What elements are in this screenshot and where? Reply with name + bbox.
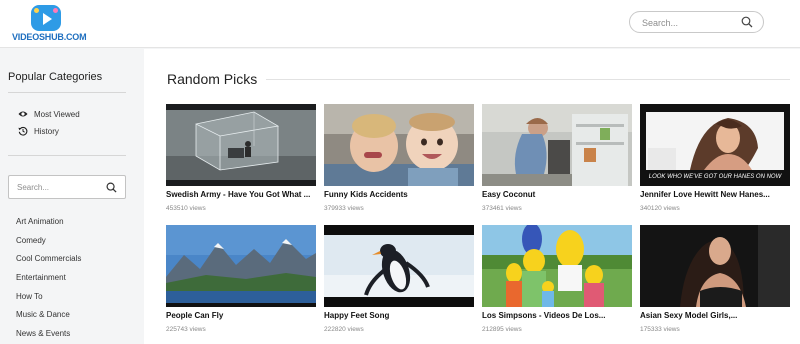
view-count: 212895 views: [482, 326, 522, 333]
header-search: [629, 11, 764, 33]
thumbnail-caption: LOOK WHO WE'VE GOT OUR HANES ON NOW: [649, 174, 783, 180]
video-card[interactable]: LOOK WHO WE'VE GOT OUR HANES ON NOW Jenn…: [640, 104, 790, 219]
video-thumbnail[interactable]: [324, 104, 474, 186]
video-thumbnail[interactable]: [324, 225, 474, 307]
sidebar-search-input[interactable]: [17, 181, 97, 194]
main-content: Random Picks Swedish Army - Have You Got…: [144, 49, 800, 344]
sidebar-link-label: History: [34, 126, 59, 136]
category-item[interactable]: Cool Commercials: [16, 254, 81, 273]
sidebar-link-label: Most Viewed: [34, 109, 80, 119]
video-thumbnail[interactable]: [166, 225, 316, 307]
video-title[interactable]: Swedish Army - Have You Got What ...: [166, 190, 316, 199]
sidebar-link-history[interactable]: History: [18, 124, 59, 138]
category-item[interactable]: News & Events: [16, 329, 81, 344]
title-divider: [266, 79, 790, 80]
video-title[interactable]: People Can Fly: [166, 311, 316, 320]
view-count: 175333 views: [640, 326, 680, 333]
category-item[interactable]: Music & Dance: [16, 310, 81, 329]
view-count: 222820 views: [324, 326, 364, 333]
video-title[interactable]: Jennifer Love Hewitt New Hanes...: [640, 190, 790, 199]
video-title[interactable]: Easy Coconut: [482, 190, 632, 199]
header-search-input[interactable]: [642, 15, 738, 30]
logo-text: VIDEOSHUB.COM: [12, 32, 87, 42]
video-title[interactable]: Los Simpsons - Videos De Los...: [482, 311, 632, 320]
site-logo[interactable]: VIDEOSHUB.COM: [12, 5, 87, 45]
sidebar-search: [8, 175, 126, 199]
video-thumbnail[interactable]: [166, 104, 316, 186]
video-thumbnail[interactable]: [482, 104, 632, 186]
search-icon[interactable]: [106, 182, 117, 193]
sidebar: Popular Categories Most Viewed History A…: [0, 49, 142, 344]
sidebar-divider: [8, 155, 126, 156]
view-count: 373461 views: [482, 205, 522, 212]
category-list: Art Animation Comedy Cool Commercials En…: [16, 217, 81, 344]
video-card[interactable]: Asian Sexy Model Girls,... 175333 views: [640, 225, 790, 340]
category-item[interactable]: How To: [16, 292, 81, 311]
eye-icon: [18, 111, 28, 117]
video-card[interactable]: Swedish Army - Have You Got What ... 453…: [166, 104, 316, 219]
video-thumbnail[interactable]: [640, 225, 790, 307]
history-icon: [18, 126, 28, 136]
view-count: 453510 views: [166, 205, 206, 212]
category-item[interactable]: Comedy: [16, 236, 81, 255]
video-thumbnail[interactable]: [482, 225, 632, 307]
category-item[interactable]: Art Animation: [16, 217, 81, 236]
sidebar-heading: Popular Categories: [8, 71, 103, 83]
video-card[interactable]: Funny Kids Accidents 379933 views: [324, 104, 474, 219]
search-icon[interactable]: [741, 16, 753, 28]
view-count: 340120 views: [640, 205, 680, 212]
video-card[interactable]: Los Simpsons - Videos De Los... 212895 v…: [482, 225, 632, 340]
video-title[interactable]: Asian Sexy Model Girls,...: [640, 311, 790, 320]
category-item[interactable]: Entertainment: [16, 273, 81, 292]
view-count: 379933 views: [324, 205, 364, 212]
top-header: VIDEOSHUB.COM: [0, 0, 800, 48]
video-card[interactable]: Happy Feet Song 222820 views: [324, 225, 474, 340]
video-card[interactable]: Easy Coconut 373461 views: [482, 104, 632, 219]
sidebar-link-most-viewed[interactable]: Most Viewed: [18, 107, 80, 121]
sidebar-divider: [8, 92, 126, 93]
video-thumbnail[interactable]: LOOK WHO WE'VE GOT OUR HANES ON NOW: [640, 104, 790, 186]
video-title[interactable]: Happy Feet Song: [324, 311, 474, 320]
video-title[interactable]: Funny Kids Accidents: [324, 190, 474, 199]
section-title: Random Picks: [167, 71, 258, 87]
play-badge-icon: [31, 5, 61, 31]
video-card[interactable]: People Can Fly 225743 views: [166, 225, 316, 340]
view-count: 225743 views: [166, 326, 206, 333]
